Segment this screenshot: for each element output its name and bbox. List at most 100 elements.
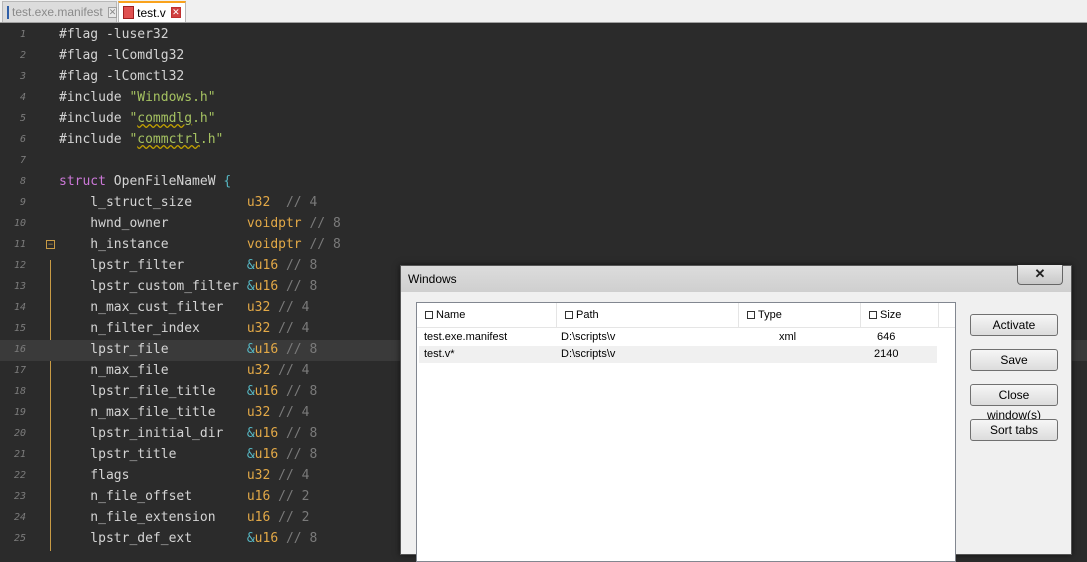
file-icon: [7, 5, 9, 19]
tab-label: test.v: [137, 5, 166, 20]
line-number: 3: [19, 71, 26, 82]
code-token: hwnd_owner: [59, 216, 247, 231]
code-text: hwnd_owner voidptr // 8: [59, 216, 340, 231]
save-button[interactable]: Save: [970, 349, 1058, 371]
code-text: #flag -luser32: [59, 27, 169, 42]
code-text: lpstr_def_ext &u16 // 8: [59, 531, 317, 546]
code-text: #flag -lComctl32: [59, 69, 184, 84]
code-text: lpstr_title &u16 // 8: [59, 447, 317, 462]
dialog-title-bar[interactable]: Windows ✕: [401, 265, 1071, 292]
code-token: // 8: [301, 237, 341, 252]
code-token: lpstr_custom_filter: [59, 279, 247, 294]
code-token: #include: [59, 90, 130, 105]
list-item[interactable]: test.v* D:\scripts\v 2140: [419, 346, 937, 363]
code-token: h_instance: [59, 237, 247, 252]
code-token: OpenFileNameW: [105, 174, 224, 189]
tab-test-exe-manifest[interactable]: test.exe.manifest ✕: [2, 1, 118, 22]
sort-tabs-button[interactable]: Sort tabs: [970, 419, 1058, 441]
line-number: 7: [19, 155, 26, 166]
code-token: #flag -luser32: [59, 27, 169, 42]
code-token: {: [223, 174, 232, 189]
code-token: u16: [254, 531, 279, 546]
code-token: // 4: [270, 195, 318, 210]
line-number: 23: [13, 491, 26, 502]
item-size: 2140: [874, 348, 899, 360]
code-token: n_max_cust_filter: [59, 300, 247, 315]
code-line[interactable]: 10 hwnd_owner voidptr // 8: [0, 214, 1087, 235]
checkbox-icon[interactable]: [425, 311, 433, 319]
code-text: l_struct_size u32 // 4: [59, 195, 317, 210]
code-line[interactable]: 1 #flag -luser32: [0, 25, 1087, 46]
code-token: .h": [199, 132, 224, 147]
checkbox-icon[interactable]: [869, 311, 877, 319]
code-token: // 4: [270, 321, 310, 336]
item-type: xml: [779, 331, 797, 343]
checkbox-icon[interactable]: [565, 311, 573, 319]
code-line[interactable]: 3 #flag -lComctl32: [0, 67, 1087, 88]
column-header-path[interactable]: Path: [557, 303, 739, 327]
code-line[interactable]: 8 struct OpenFileNameW {: [0, 172, 1087, 193]
code-token: &: [246, 342, 255, 357]
close-tab-icon[interactable]: ✕: [170, 7, 181, 18]
code-token: // 8: [278, 384, 318, 399]
code-token: #flag -lComctl32: [59, 69, 185, 84]
code-token: lpstr_filter: [59, 258, 247, 273]
item-size: 646: [877, 331, 896, 343]
code-token: &: [246, 258, 255, 273]
code-token: // 8: [278, 447, 318, 462]
code-line[interactable]: 2 #flag -lComdlg32: [0, 46, 1087, 67]
close-tab-icon[interactable]: ✕: [107, 6, 118, 18]
windows-list[interactable]: Name Path Type Size test.exe.manifest D:…: [416, 302, 956, 562]
code-token: u16: [246, 510, 271, 525]
code-text: #flag -lComdlg32: [59, 48, 184, 63]
code-token: voidptr: [246, 216, 302, 231]
code-line[interactable]: 7: [0, 151, 1087, 172]
code-token: n_max_file_title: [59, 405, 247, 420]
code-token: // 8: [278, 531, 318, 546]
code-token: u32: [246, 363, 271, 378]
code-token: // 4: [270, 363, 310, 378]
line-number: 10: [13, 218, 26, 229]
code-line[interactable]: 9 l_struct_size u32 // 4: [0, 193, 1087, 214]
code-token: l_struct_size: [59, 195, 247, 210]
code-line[interactable]: 11 − h_instance voidptr // 8: [0, 235, 1087, 256]
line-number: 6: [19, 134, 26, 145]
item-path: D:\scripts\v: [561, 348, 616, 360]
dialog-close-button[interactable]: ✕: [1017, 265, 1063, 285]
code-token: "Windows.h": [129, 90, 216, 105]
list-item[interactable]: test.exe.manifest D:\scripts\v xml 646: [419, 329, 937, 346]
tab-test-v[interactable]: test.v ✕: [118, 1, 186, 22]
code-text: h_instance voidptr // 8: [59, 237, 341, 252]
code-token: n_filter_index: [59, 321, 247, 336]
code-token: lpstr_file: [59, 342, 247, 357]
code-token: // 4: [270, 405, 310, 420]
code-token: u16: [254, 426, 279, 441]
column-header-type[interactable]: Type: [739, 303, 861, 327]
checkbox-icon[interactable]: [747, 311, 755, 319]
close-windows-button[interactable]: Close window(s): [970, 384, 1058, 422]
code-text: lpstr_file &u16 // 8: [59, 342, 317, 357]
code-token: u16: [254, 279, 279, 294]
code-token: lpstr_def_ext: [59, 531, 247, 546]
code-token: n_max_file: [59, 363, 247, 378]
code-token: // 4: [270, 468, 310, 483]
list-header: Name Path Type Size: [417, 303, 955, 328]
code-token: voidptr: [246, 237, 302, 252]
column-header-size[interactable]: Size: [861, 303, 939, 327]
code-token: n_file_extension: [59, 510, 247, 525]
code-token: lpstr_initial_dir: [59, 426, 247, 441]
code-line[interactable]: 5 #include "commdlg.h": [0, 109, 1087, 130]
code-text: n_filter_index u32 // 4: [59, 321, 309, 336]
code-token: // 8: [278, 279, 318, 294]
activate-button[interactable]: Activate: [970, 314, 1058, 336]
column-header-name[interactable]: Name: [417, 303, 557, 327]
fold-toggle-icon[interactable]: −: [46, 240, 55, 249]
code-token: .h": [192, 111, 216, 126]
code-line[interactable]: 4 #include "Windows.h": [0, 88, 1087, 109]
code-text: #include "commctrl.h": [59, 132, 223, 147]
code-line[interactable]: 6 #include "commctrl.h": [0, 130, 1087, 151]
code-text: n_max_cust_filter u32 // 4: [59, 300, 309, 315]
code-token: struct: [59, 174, 106, 189]
code-token: #include: [59, 132, 130, 147]
code-token: u16: [246, 489, 271, 504]
